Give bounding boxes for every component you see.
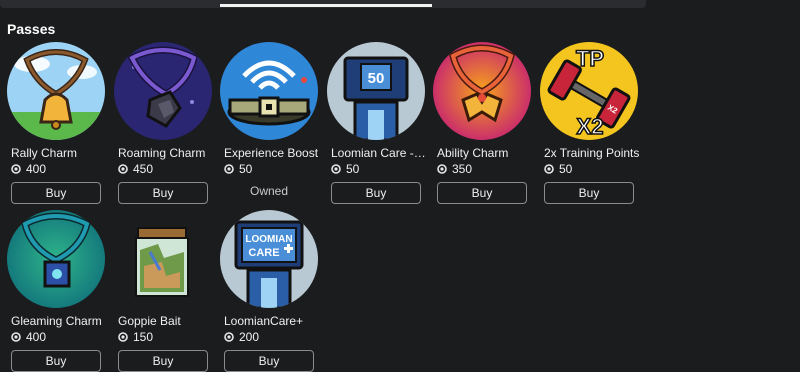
robux-icon: [224, 332, 234, 342]
price-value: 200: [239, 330, 260, 344]
loomian-care-number: 50: [368, 70, 385, 87]
pass-price: 200: [224, 330, 320, 344]
pass-price: 450: [118, 162, 214, 176]
pass-name: Rally Charm: [11, 146, 78, 160]
pass-card-2x-training-points[interactable]: X2 TP X2 2x Training Points 50 Buy: [540, 42, 640, 204]
experience-boost-icon: [220, 42, 318, 140]
loomian-care-plus-icon: LOOMIAN CARE: [220, 210, 318, 308]
buy-button[interactable]: Buy: [331, 182, 421, 204]
pass-card-experience-boost[interactable]: Experience Boost 50 Owned: [220, 42, 320, 198]
care-plus-line2: CARE: [248, 247, 279, 259]
price-value: 400: [26, 162, 47, 176]
robux-icon: [544, 164, 554, 174]
pass-price: 50: [544, 162, 640, 176]
goppie-bait-jar-icon: [114, 210, 212, 308]
pass-name: Ability Charm: [437, 146, 509, 160]
pass-price: 50: [331, 162, 427, 176]
pass-card-loomian-care-50[interactable]: 50 Loomian Care - 5... 50 Buy: [327, 42, 427, 204]
pass-price: 350: [437, 162, 533, 176]
robux-icon: [331, 164, 341, 174]
x2-label: X2: [577, 114, 604, 139]
tp-label: TP: [576, 46, 604, 71]
robux-icon: [118, 164, 128, 174]
buy-button[interactable]: Buy: [437, 182, 527, 204]
robux-icon: [437, 164, 447, 174]
training-points-dumbbell-icon: X2 TP X2: [540, 42, 638, 140]
pass-name: Roaming Charm: [118, 146, 206, 160]
gleaming-charm-icon: [7, 210, 105, 308]
rally-charm-icon: [7, 42, 105, 140]
price-value: 400: [26, 330, 47, 344]
pass-price: 50: [224, 162, 320, 176]
pass-price: 400: [11, 330, 107, 344]
loomian-care-icon: 50: [327, 42, 425, 140]
pass-card-ability-charm[interactable]: Ability Charm 350 Buy: [433, 42, 533, 204]
price-value: 350: [452, 162, 473, 176]
price-value: 50: [346, 162, 360, 176]
roaming-charm-icon: [114, 42, 212, 140]
pass-name: Experience Boost: [224, 146, 319, 160]
pass-name: 2x Training Points: [544, 146, 640, 160]
robux-icon: [11, 164, 21, 174]
owned-status: Owned: [249, 184, 289, 198]
robux-icon: [224, 164, 234, 174]
pass-name: Gleaming Charm: [11, 314, 102, 328]
buy-button[interactable]: Buy: [544, 182, 634, 204]
price-value: 50: [239, 162, 253, 176]
price-value: 150: [133, 330, 154, 344]
pass-card-loomian-care-plus[interactable]: LOOMIAN CARE LoomianCare+ 200 Buy: [220, 210, 320, 372]
buy-button[interactable]: Buy: [11, 182, 101, 204]
pass-card-gleaming-charm[interactable]: Gleaming Charm 400 Buy: [7, 210, 107, 372]
buy-button[interactable]: Buy: [118, 182, 208, 204]
pass-name: LoomianCare+: [224, 314, 304, 328]
pass-name: Goppie Bait: [118, 314, 181, 328]
pass-card-roaming-charm[interactable]: Roaming Charm 450 Buy: [114, 42, 214, 204]
pass-card-goppie-bait[interactable]: Goppie Bait 150 Buy: [114, 210, 214, 372]
ability-charm-icon: [433, 42, 531, 140]
pass-price: 150: [118, 330, 214, 344]
active-tab-indicator: [220, 4, 432, 7]
care-plus-line1: LOOMIAN: [245, 234, 292, 245]
pass-name: Loomian Care - 5...: [331, 146, 427, 160]
pass-card-rally-charm[interactable]: Rally Charm 400 Buy: [7, 42, 107, 204]
robux-icon: [118, 332, 128, 342]
price-value: 450: [133, 162, 154, 176]
robux-icon: [11, 332, 21, 342]
section-title: Passes: [7, 21, 56, 37]
price-value: 50: [559, 162, 573, 176]
pass-price: 400: [11, 162, 107, 176]
